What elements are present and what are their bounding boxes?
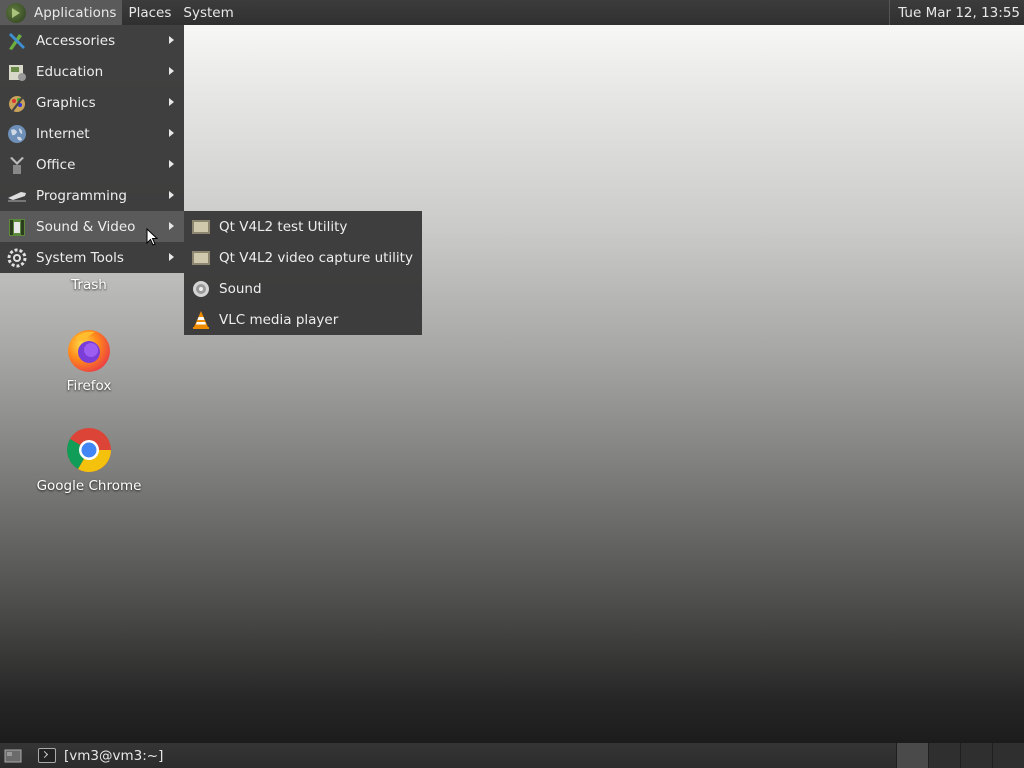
- desktop-icon-trash[interactable]: Trash: [24, 277, 154, 293]
- submenu-item-label: Sound: [219, 280, 262, 297]
- menu-item-office[interactable]: Office: [0, 149, 184, 180]
- chrome-label: Google Chrome: [36, 478, 142, 494]
- programming-icon: [6, 185, 28, 207]
- workspace-3[interactable]: [960, 743, 992, 768]
- menu-item-label: Graphics: [36, 94, 96, 111]
- submenu-arrow-icon: [169, 160, 174, 168]
- workspace-4[interactable]: [992, 743, 1024, 768]
- system-menu-button[interactable]: System: [177, 0, 239, 25]
- submenu-arrow-icon: [169, 191, 174, 199]
- office-icon: [6, 154, 28, 176]
- firefox-label: Firefox: [66, 378, 112, 394]
- menu-item-label: Education: [36, 63, 104, 80]
- graphics-icon: [6, 92, 28, 114]
- submenu-arrow-icon: [169, 67, 174, 75]
- internet-icon: [6, 123, 28, 145]
- menu-item-label: Internet: [36, 125, 90, 142]
- education-icon: [6, 61, 28, 83]
- menu-item-label: Accessories: [36, 32, 116, 49]
- workspace-1[interactable]: [896, 743, 928, 768]
- submenu-arrow-icon: [169, 222, 174, 230]
- trash-label: Trash: [71, 277, 107, 293]
- clock[interactable]: Tue Mar 12, 13:55: [889, 0, 1024, 25]
- applications-label: Applications: [34, 4, 117, 21]
- submenu-arrow-icon: [169, 98, 174, 106]
- desktop-icon-firefox[interactable]: Firefox: [24, 326, 154, 394]
- bottom-panel: [vm3@vm3:~]: [0, 743, 1024, 768]
- firefox-icon: [68, 330, 110, 372]
- submenu-arrow-icon: [169, 253, 174, 261]
- show-desktop-icon: [4, 749, 22, 762]
- sound-video-icon: [6, 216, 28, 238]
- taskbar-item-terminal[interactable]: [vm3@vm3:~]: [38, 743, 163, 768]
- workspace-2[interactable]: [928, 743, 960, 768]
- sound-video-submenu: Qt V4L2 test Utility Qt V4L2 video captu…: [184, 211, 422, 335]
- submenu-arrow-icon: [169, 36, 174, 44]
- show-desktop-button[interactable]: [2, 747, 24, 765]
- submenu-item-label: Qt V4L2 test Utility: [219, 218, 348, 235]
- menu-item-label: Sound & Video: [36, 218, 136, 235]
- distro-logo-icon: [6, 2, 26, 23]
- desktop-icon-chrome[interactable]: Google Chrome: [24, 426, 154, 494]
- vlc-icon: [190, 309, 212, 331]
- taskbar-item-label: [vm3@vm3:~]: [64, 747, 164, 764]
- menu-item-label: Programming: [36, 187, 127, 204]
- qt-v4l2-capture-icon: [190, 247, 212, 269]
- menu-item-internet[interactable]: Internet: [0, 118, 184, 149]
- menu-item-label: Office: [36, 156, 76, 173]
- qt-v4l2-icon: [190, 216, 212, 238]
- menu-item-label: System Tools: [36, 249, 124, 266]
- menu-item-accessories[interactable]: Accessories: [0, 25, 184, 56]
- submenu-item-qt-v4l2-capture[interactable]: Qt V4L2 video capture utility: [184, 242, 422, 273]
- workspace-switcher: [896, 743, 1024, 768]
- submenu-item-vlc[interactable]: VLC media player: [184, 304, 422, 335]
- menu-item-programming[interactable]: Programming: [0, 180, 184, 211]
- submenu-item-label: VLC media player: [219, 311, 339, 328]
- top-panel: Applications Places System Tue Mar 12, 1…: [0, 0, 1024, 25]
- sound-icon: [190, 278, 212, 300]
- places-menu-button[interactable]: Places: [122, 0, 177, 25]
- applications-menu-button[interactable]: Applications: [0, 0, 123, 25]
- submenu-item-qt-v4l2-test[interactable]: Qt V4L2 test Utility: [184, 211, 422, 242]
- system-tools-icon: [6, 247, 28, 269]
- menu-item-education[interactable]: Education: [0, 56, 184, 87]
- accessories-icon: [6, 30, 28, 52]
- submenu-item-sound[interactable]: Sound: [184, 273, 422, 304]
- terminal-icon: [38, 748, 56, 763]
- submenu-item-label: Qt V4L2 video capture utility: [219, 249, 413, 266]
- chrome-icon: [67, 428, 111, 472]
- submenu-arrow-icon: [169, 129, 174, 137]
- menu-item-graphics[interactable]: Graphics: [0, 87, 184, 118]
- mouse-cursor-icon: [146, 228, 158, 246]
